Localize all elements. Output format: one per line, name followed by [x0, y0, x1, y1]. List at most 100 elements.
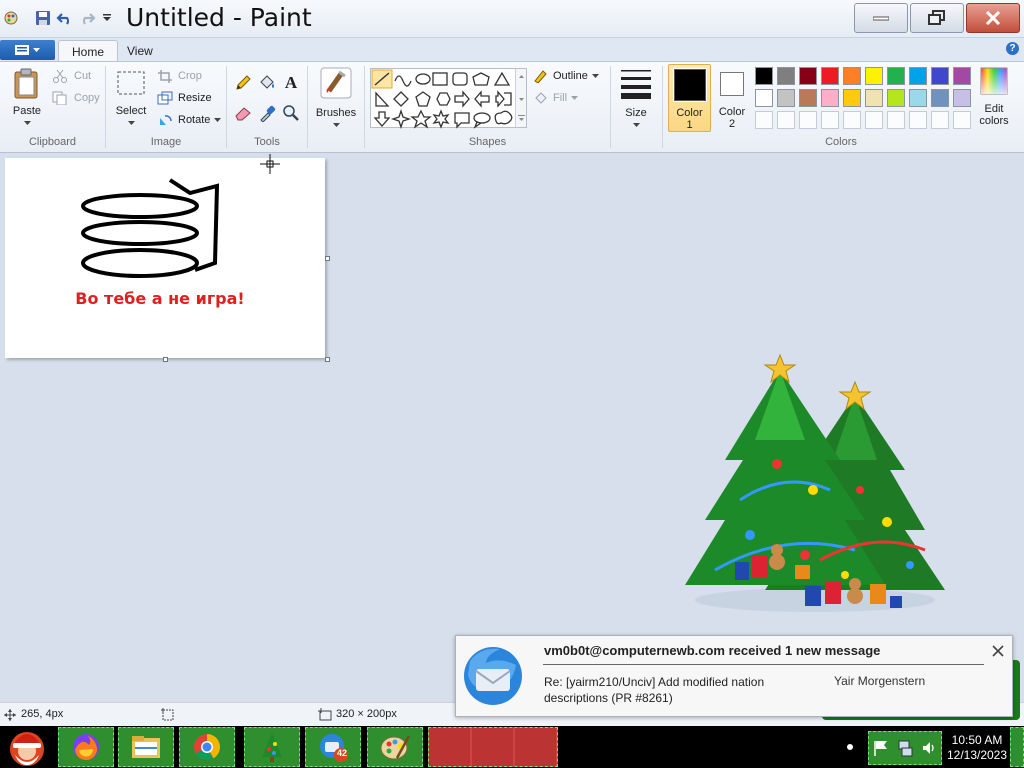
drawing-canvas[interactable]: Во тебе а не игра! [5, 158, 325, 358]
clock[interactable]: 10:50 AM 12/13/2023 [946, 731, 1008, 765]
palette-color-swatch[interactable] [931, 89, 949, 107]
palette-empty-swatch[interactable] [755, 111, 773, 129]
color2-button[interactable]: Color 2 [714, 64, 750, 132]
text-tool[interactable]: A [280, 72, 302, 94]
start-button[interactable] [2, 727, 52, 767]
close-button[interactable] [966, 3, 1020, 33]
fill-icon [535, 92, 547, 104]
palette-empty-swatch[interactable] [843, 111, 861, 129]
canvas-size: 320 × 200px [336, 708, 397, 720]
shapes-gallery-icons [371, 69, 513, 129]
paste-icon [14, 68, 38, 99]
crop-button[interactable]: Crop [157, 69, 202, 83]
taskbar-firefox[interactable] [58, 727, 114, 767]
palette-color-swatch[interactable] [887, 67, 905, 85]
palette-color-swatch[interactable] [843, 89, 861, 107]
palette-empty-swatch[interactable] [865, 111, 883, 129]
notification-subject[interactable]: Re: [yairm210/Unciv] Add modified nation… [544, 674, 804, 706]
notification-close-icon[interactable] [992, 645, 1004, 657]
palette-color-swatch[interactable] [953, 67, 971, 85]
file-menu-button[interactable] [0, 40, 55, 60]
cursor-position: 265, 4px [21, 708, 64, 720]
palette-color-swatch[interactable] [865, 89, 883, 107]
taskbar-file-explorer[interactable] [118, 727, 174, 767]
palette-color-swatch[interactable] [909, 89, 927, 107]
pencil-tool[interactable] [232, 72, 254, 94]
copy-icon [52, 91, 67, 105]
palette-empty-swatch[interactable] [909, 111, 927, 129]
outline-dropdown[interactable]: Outline [533, 69, 599, 83]
palette-empty-swatch[interactable] [887, 111, 905, 129]
fill-dropdown[interactable]: Fill [533, 91, 579, 105]
color2-swatch [720, 72, 744, 96]
palette-color-swatch[interactable] [953, 89, 971, 107]
paint-app-icon[interactable] [2, 9, 20, 27]
edit-colors-button[interactable]: Edit colors [974, 66, 1014, 127]
shapes-gallery[interactable] [370, 68, 527, 129]
thunderbird-taskbar-icon [320, 734, 348, 762]
palette-empty-swatch[interactable] [821, 111, 839, 129]
color2-number: 2 [728, 118, 736, 130]
palette-color-swatch[interactable] [821, 89, 839, 107]
palette-empty-swatch[interactable] [931, 111, 949, 129]
palette-color-swatch[interactable] [821, 67, 839, 85]
redo-icon[interactable] [78, 9, 96, 27]
notification-title: vm0b0t@computernewb.com received 1 new m… [544, 643, 881, 658]
palette-empty-swatch[interactable] [799, 111, 817, 129]
copy-button[interactable]: Copy [52, 91, 100, 105]
taskbar-paint[interactable] [367, 727, 423, 767]
flag-icon [873, 741, 887, 756]
selection-size-icon [161, 708, 174, 721]
palette-color-swatch[interactable] [799, 67, 817, 85]
resize-button[interactable]: Resize [157, 91, 212, 105]
crop-icon [158, 70, 172, 83]
canvas-resize-handle-right[interactable] [325, 256, 330, 261]
system-tray[interactable] [868, 731, 942, 765]
taskbar-chrome[interactable] [179, 727, 235, 767]
canvas-resize-handle-bottom[interactable] [163, 357, 168, 362]
eraser-icon [235, 107, 251, 121]
palette-color-swatch[interactable] [777, 89, 795, 107]
image-group-label: Image [150, 136, 182, 148]
palette-empty-swatch[interactable] [953, 111, 971, 129]
brushes-button[interactable]: Brushes [313, 66, 359, 131]
color-picker-tool[interactable] [256, 102, 278, 124]
select-label: Select [115, 105, 147, 117]
shapes-scroll[interactable] [515, 69, 526, 127]
taskbar-thunderbird[interactable]: 42 [305, 727, 361, 767]
canvas-resize-handle-corner[interactable] [325, 357, 330, 362]
palette-color-swatch[interactable] [777, 67, 795, 85]
magnifier-tool[interactable] [280, 102, 302, 124]
palette-color-swatch[interactable] [909, 67, 927, 85]
email-notification[interactable]: vm0b0t@computernewb.com received 1 new m… [455, 635, 1013, 717]
minimize-button[interactable] [854, 3, 908, 33]
size-label: Size [625, 107, 647, 119]
palette-color-swatch[interactable] [799, 89, 817, 107]
size-button[interactable]: Size [616, 66, 656, 131]
undo-icon[interactable] [56, 9, 74, 27]
tab-view[interactable]: View [114, 40, 166, 62]
group-divider [307, 66, 308, 148]
customize-quick-access-icon[interactable] [98, 9, 116, 27]
palette-empty-swatch[interactable] [777, 111, 795, 129]
palette-color-swatch[interactable] [931, 67, 949, 85]
help-icon[interactable]: ? [1006, 42, 1019, 55]
select-button[interactable]: Select [112, 68, 150, 129]
color1-button[interactable]: Color 1 [668, 64, 711, 132]
palette-color-swatch[interactable] [843, 67, 861, 85]
taskbar-christmas-tree-app[interactable] [244, 727, 300, 767]
paste-button[interactable]: Paste [8, 68, 46, 129]
show-desktop-button[interactable] [1010, 727, 1024, 767]
rotate-button[interactable]: Rotate [157, 113, 222, 127]
palette-color-swatch[interactable] [865, 67, 883, 85]
volume-icon [923, 742, 934, 754]
palette-color-swatch[interactable] [887, 89, 905, 107]
cut-button[interactable]: Cut [52, 69, 91, 83]
restore-button[interactable] [910, 3, 964, 33]
tab-home[interactable]: Home [58, 40, 119, 62]
save-icon[interactable] [34, 9, 52, 27]
fill-tool[interactable] [256, 72, 278, 94]
palette-color-swatch[interactable] [755, 67, 773, 85]
eraser-tool[interactable] [232, 102, 254, 124]
palette-color-swatch[interactable] [755, 89, 773, 107]
